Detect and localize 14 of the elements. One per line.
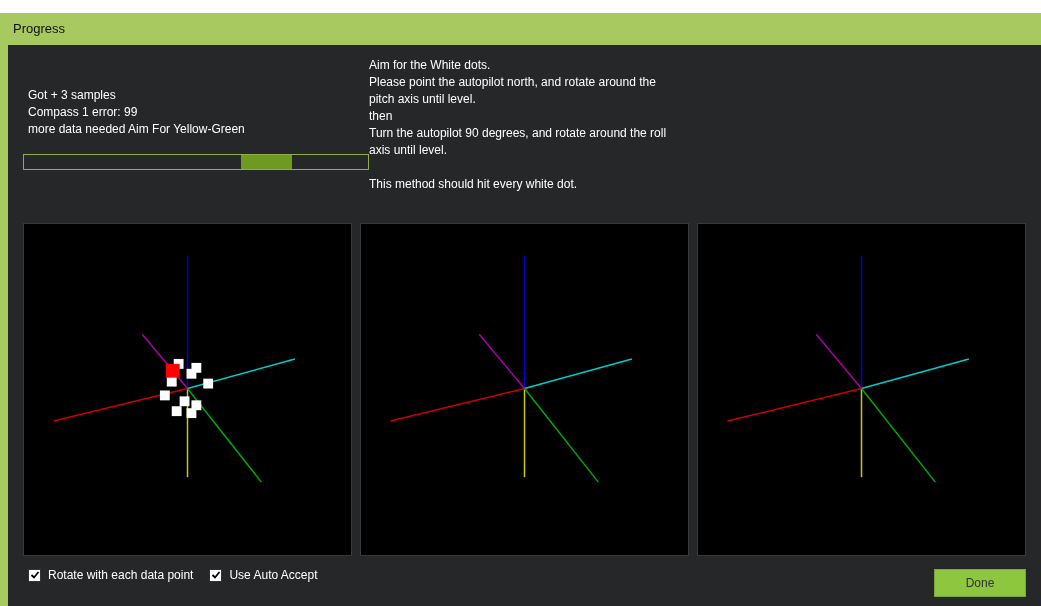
checkbox[interactable] (28, 568, 41, 582)
instruction-text: This method should hit every white dot. (369, 176, 579, 193)
instruction-text: Aim for the White dots. (369, 57, 492, 74)
status-text: more data needed Aim For Yellow-Green (28, 121, 246, 138)
instruction-text: Please point the autopilot north, and rotate around the pitch axis until level. (369, 74, 657, 108)
checkbox-label: Use Auto Accept (229, 567, 318, 584)
checkbox[interactable] (209, 568, 223, 582)
window-title: Progress (13, 20, 66, 39)
instruction-text: Turn the autopilot 90 degrees, and rotate around the roll axis until level. (369, 125, 668, 159)
checkbox-label: Rotate with each data point (48, 567, 194, 584)
instruction-text: then (369, 108, 394, 125)
done-button[interactable]: Done (934, 569, 1026, 597)
status-text: Compass 1 error: 99 (28, 104, 139, 121)
status-text: Got + 3 samples (28, 87, 117, 104)
